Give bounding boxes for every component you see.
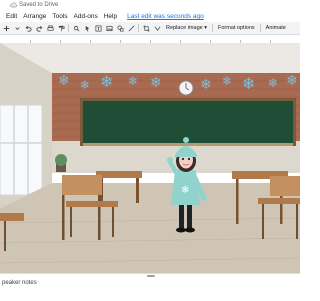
notes-resize-handle[interactable] [147,275,155,277]
text-box-icon[interactable] [94,24,102,32]
toolbar-divider [211,24,213,32]
menu-arrange[interactable]: Arrange [23,13,46,20]
format-options-button[interactable]: Format options [216,25,257,31]
menu-help[interactable]: Help [104,13,117,20]
paint-format-icon[interactable] [57,24,65,32]
redo-icon[interactable] [35,24,43,32]
last-edit-link[interactable]: Last edit was seconds ago [127,13,204,20]
animate-button[interactable]: Animate [264,25,288,31]
svg-text:❄: ❄ [286,73,298,89]
toolbar-divider [259,24,261,32]
svg-text:❄: ❄ [128,74,138,88]
cloud-check-icon [10,2,17,8]
svg-text:❄: ❄ [181,185,189,196]
svg-text:❄: ❄ [150,75,162,91]
menu-tools[interactable]: Tools [52,13,67,20]
saved-status-text: Saved to Drive [19,2,59,8]
undo-icon[interactable] [24,24,32,32]
saved-status: Saved to Drive [10,2,58,8]
svg-text:❄: ❄ [222,74,232,88]
zoom-icon[interactable] [72,24,80,32]
toolbar-divider [68,24,69,32]
menu-edit[interactable]: Edit [6,13,17,20]
menu-bar: Edit Arrange Tools Add-ons Help Last edi… [0,11,300,22]
mask-icon[interactable] [153,24,161,32]
svg-text:❄: ❄ [100,72,113,91]
chevron-down-icon[interactable] [13,24,21,32]
line-icon[interactable] [127,24,135,32]
toolbar: Replace image ▾ Format options Animate [0,22,300,35]
svg-text:❄: ❄ [80,78,90,92]
title-bar: Saved to Drive [0,0,300,11]
speaker-notes-placeholder[interactable]: peaker notes [2,280,37,286]
select-cursor-icon[interactable] [83,24,91,32]
crop-icon[interactable] [142,24,150,32]
print-icon[interactable] [46,24,54,32]
svg-text:❄: ❄ [58,73,70,89]
toolbar-divider [138,24,139,32]
menu-addons[interactable]: Add-ons [74,13,98,20]
image-icon[interactable] [105,24,113,32]
svg-text:❄: ❄ [200,77,212,93]
classroom-background-image[interactable]: ❄ ❄ ❄ ❄ ❄ ❄ ❄ ❄ ❄ ❄ ❄ [0,43,300,273]
slide-canvas[interactable]: ❄ ❄ ❄ ❄ ❄ ❄ ❄ ❄ ❄ ❄ ❄ [0,43,300,273]
shape-icon[interactable] [116,24,124,32]
replace-image-button[interactable]: Replace image ▾ [164,25,209,31]
svg-text:❄: ❄ [268,76,278,90]
speaker-notes-panel[interactable]: peaker notes [0,273,300,301]
svg-text:❄: ❄ [242,74,255,93]
add-icon[interactable] [2,24,10,32]
